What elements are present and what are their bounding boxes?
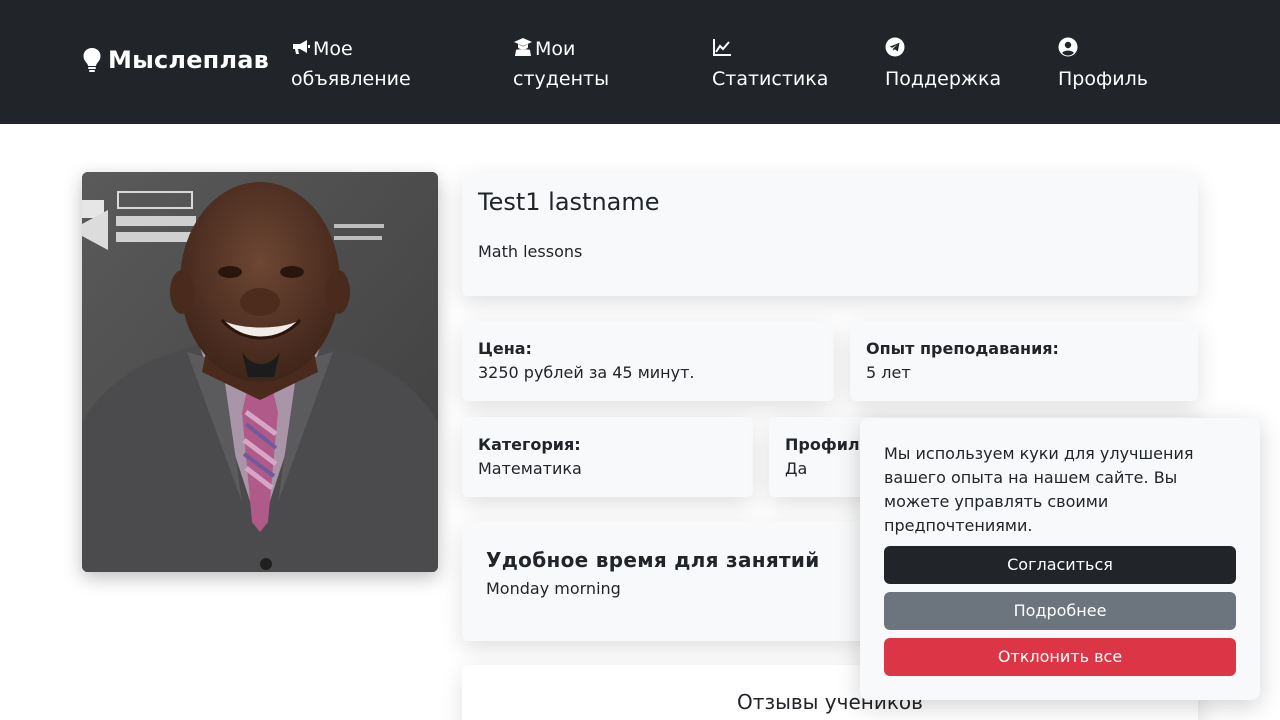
nav-support[interactable]: Поддержка <box>885 34 1001 94</box>
graduate-icon <box>513 37 533 57</box>
nav-statistics[interactable]: Статистика <box>712 34 828 94</box>
nav-my-students-line2: студенты <box>513 68 610 90</box>
cookie-reject-button[interactable]: Отклонить все <box>884 638 1236 676</box>
nav-my-students[interactable]: Мои студенты <box>513 34 609 94</box>
nav-support-line2: Поддержка <box>885 68 1002 90</box>
lightbulb-icon <box>83 48 101 72</box>
brand-link[interactable]: Мыслеплав <box>82 46 269 74</box>
nav-statistics-line2: Статистика <box>712 68 829 90</box>
telegram-icon <box>885 37 905 57</box>
nav-my-listing[interactable]: Мое объявление <box>291 34 411 94</box>
experience-card: Опыт преподавания: 5 лет <box>850 321 1198 401</box>
tutor-photo <box>82 172 438 572</box>
tutor-portrait-image <box>82 172 438 572</box>
tutor-description: Math lessons <box>478 242 583 261</box>
brand-name: Мыслеплав <box>108 46 270 74</box>
megaphone-icon <box>291 37 311 57</box>
user-circle-icon <box>1058 37 1078 57</box>
nav-profile[interactable]: Профиль <box>1058 34 1148 94</box>
category-card: Категория: Математика <box>462 417 753 497</box>
navbar: Мыслеплав Мое объявление Мои студенты Ст… <box>0 0 1280 124</box>
chart-line-icon <box>712 37 732 57</box>
price-value: 3250 рублей за 45 минут. <box>478 363 695 382</box>
tutor-name: Test1 lastname <box>478 188 660 216</box>
nav-my-listing-line1: Мое <box>313 38 353 60</box>
nav-my-students-line1: Мои <box>535 38 576 60</box>
nav-my-listing-line2: объявление <box>291 68 411 90</box>
experience-label: Опыт преподавания: <box>866 339 1059 358</box>
cookie-more-button[interactable]: Подробнее <box>884 592 1236 630</box>
cookie-message: Мы используем куки для улучшения вашего … <box>884 444 1194 535</box>
nav-profile-line2: Профиль <box>1058 68 1148 90</box>
price-card: Цена: 3250 рублей за 45 минут. <box>462 321 834 401</box>
category-label: Категория: <box>478 435 581 454</box>
cookie-accept-button[interactable]: Согласиться <box>884 546 1236 584</box>
cookie-consent-banner: Мы используем куки для улучшения вашего … <box>860 418 1260 700</box>
category-value: Математика <box>478 459 582 478</box>
price-label: Цена: <box>478 339 532 358</box>
experience-value: 5 лет <box>866 363 911 382</box>
tutor-header-card: Test1 lastname Math lessons <box>462 172 1198 296</box>
